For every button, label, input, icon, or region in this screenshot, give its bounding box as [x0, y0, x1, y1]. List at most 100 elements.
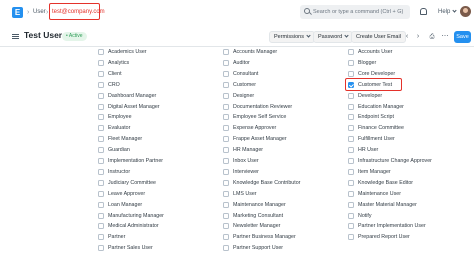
role-label: Client [108, 70, 122, 77]
role-checkbox[interactable] [223, 201, 229, 208]
role-checkbox[interactable] [98, 158, 104, 164]
role-checkbox[interactable] [98, 190, 104, 197]
role-checkbox[interactable] [223, 103, 229, 110]
role-checkbox[interactable] [223, 59, 229, 66]
role-checkbox[interactable] [98, 49, 104, 55]
role-label: Manufacturing Manager [108, 212, 164, 219]
role-checkbox[interactable] [348, 70, 354, 77]
role-label: Analytics [108, 59, 130, 66]
role-checkbox[interactable] [223, 245, 229, 252]
role-checkbox[interactable] [223, 70, 229, 77]
role-label: Fulfillment User [358, 136, 395, 143]
highlight-annotation [49, 3, 100, 20]
role-checkbox[interactable] [223, 125, 229, 132]
role-checkbox[interactable] [223, 136, 229, 143]
role-label: Customer [233, 81, 256, 88]
role-label: Master Material Manager [358, 201, 417, 208]
role-label: Marketing Consultant [233, 212, 284, 219]
role-label: Knowledge Base Contributor [233, 179, 301, 186]
bell-icon[interactable] [420, 8, 427, 15]
role-checkbox[interactable] [98, 114, 104, 121]
role-checkbox[interactable] [348, 179, 354, 186]
role-checkbox[interactable] [223, 234, 229, 241]
role-checkbox[interactable] [348, 103, 354, 110]
role-checkbox[interactable] [98, 125, 104, 132]
role-checkbox[interactable] [348, 223, 354, 230]
role-checkbox[interactable] [348, 114, 354, 121]
role-checkbox[interactable] [348, 59, 354, 66]
role-label: Accounts User [358, 49, 393, 55]
role-checkbox[interactable] [223, 223, 229, 230]
printer-icon[interactable]: ⎙ [426, 31, 438, 43]
save-button[interactable]: Save [454, 31, 471, 43]
password-button[interactable]: Password [313, 31, 354, 43]
role-checkbox[interactable] [348, 147, 354, 154]
status-badge: • Active [62, 32, 87, 41]
breadcrumb-user[interactable]: User [33, 7, 46, 18]
role-label: Implementation Partner [108, 158, 164, 164]
role-checkbox[interactable] [223, 49, 229, 55]
role-checkbox[interactable] [98, 212, 104, 219]
page-title: Test User [24, 30, 63, 40]
role-checkbox[interactable] [223, 114, 229, 121]
role-checkbox[interactable] [348, 168, 354, 175]
role-label: Consultant [233, 70, 259, 77]
role-checkbox[interactable] [223, 212, 229, 219]
role-checkbox[interactable] [98, 70, 104, 77]
role-checkbox[interactable] [348, 125, 354, 132]
role-label: Partner Sales User [108, 245, 153, 252]
role-checkbox[interactable] [348, 92, 354, 99]
role-checkbox[interactable] [223, 190, 229, 197]
role-label: Partner Support User [233, 245, 284, 252]
role-label: Documentation Reviewer [233, 103, 293, 110]
role-checkbox[interactable] [98, 245, 104, 252]
role-checkbox[interactable] [223, 81, 229, 88]
role-label: Newsletter Manager [233, 223, 281, 230]
role-checkbox[interactable] [223, 168, 229, 175]
role-checkbox[interactable] [98, 234, 104, 241]
role-checkbox[interactable] [348, 136, 354, 143]
create-user-email-button[interactable]: Create User Email [351, 31, 406, 43]
role-checkbox[interactable] [98, 103, 104, 110]
role-label: LMS User [233, 190, 257, 197]
role-label: Guardian [108, 147, 130, 154]
role-label: HR Manager [233, 147, 264, 154]
role-checkbox[interactable] [223, 158, 229, 164]
role-label: Judiciary Committee [108, 179, 156, 186]
app-logo[interactable]: E [12, 7, 23, 18]
role-checkbox[interactable] [348, 212, 354, 219]
role-label: Fleet Manager [108, 136, 143, 143]
role-checkbox[interactable] [348, 49, 354, 55]
role-label: Expense Approver [233, 125, 277, 132]
role-checkbox[interactable] [98, 92, 104, 99]
avatar[interactable] [460, 6, 471, 17]
permissions-button[interactable]: Permissions [269, 31, 315, 43]
role-label: Notify [358, 212, 372, 219]
sidebar-toggle-icon[interactable] [12, 34, 19, 39]
help-menu[interactable]: Help [438, 7, 457, 18]
chevron-right-icon: › [27, 9, 30, 16]
role-checkbox[interactable] [348, 234, 354, 241]
more-icon[interactable]: ⋯ [439, 31, 451, 43]
role-checkbox[interactable] [98, 179, 104, 186]
role-checkbox[interactable] [223, 92, 229, 99]
role-checkbox[interactable] [348, 158, 354, 164]
role-checkbox[interactable] [348, 190, 354, 197]
role-checkbox[interactable] [223, 147, 229, 154]
role-label: Blogger [358, 59, 377, 66]
role-checkbox[interactable] [348, 201, 354, 208]
role-label: Designer [233, 92, 255, 99]
role-checkbox[interactable] [98, 168, 104, 175]
search-placeholder: Search or type a command (Ctrl + G) [313, 9, 404, 15]
role-checkbox[interactable] [98, 147, 104, 154]
role-label: Employee [108, 114, 132, 121]
role-checkbox[interactable] [98, 59, 104, 66]
role-checkbox[interactable] [98, 81, 104, 88]
role-checkbox[interactable] [98, 223, 104, 230]
chevron-right-icon[interactable]: › [412, 31, 424, 43]
role-checkbox[interactable] [98, 201, 104, 208]
role-checkbox[interactable] [223, 179, 229, 186]
role-checkbox[interactable] [98, 136, 104, 143]
role-label: Evaluator [108, 125, 131, 132]
role-label: Accounts Manager [233, 49, 278, 55]
